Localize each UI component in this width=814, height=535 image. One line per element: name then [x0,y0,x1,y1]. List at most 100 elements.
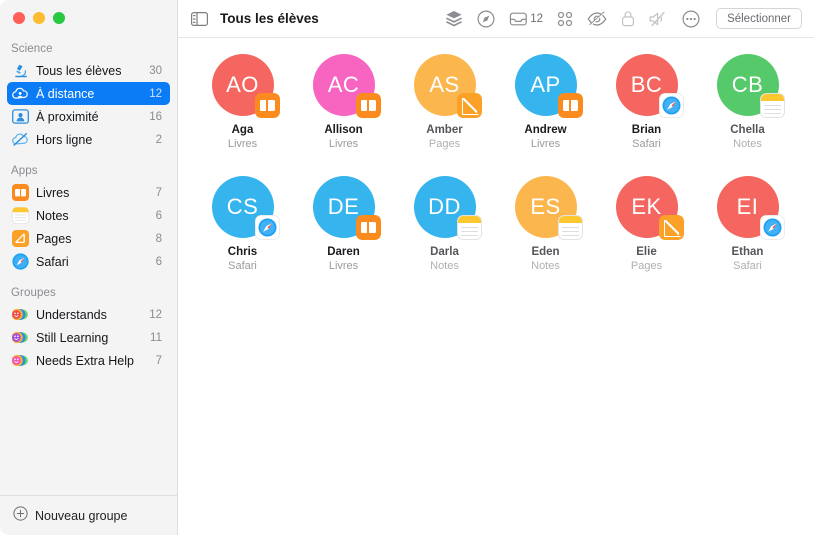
notes-badge-icon [456,215,482,240]
sidebar-item-label: Understands [36,307,107,322]
sidebar-scroll-area[interactable]: Science Tous les élèves 30 À distance 12 À pr… [0,38,177,495]
student-card[interactable]: DD Darla Notes [394,176,495,272]
sidebar-item-label: Pages [36,231,72,246]
sidebar-item-proximit[interactable]: À proximité 16 [7,105,170,128]
group-purple-icon [12,329,29,346]
student-card[interactable]: AC Allison Livres [293,54,394,150]
hide-screen-icon[interactable] [587,8,607,30]
sidebar-section-spacer [0,151,177,160]
student-name: Andrew [524,124,567,136]
student-app-label: Livres [328,138,359,150]
student-card[interactable]: BC Brian Safari [596,54,697,150]
avatar-wrapper: CS [211,176,280,240]
student-name: Chella [730,124,765,136]
plus-circle-icon [13,505,28,526]
student-card[interactable]: AS Amber Pages [394,54,495,150]
books-badge-icon [355,93,381,118]
student-app-label: Notes [430,260,459,272]
avatar-wrapper: AO [211,54,280,118]
safari-badge-icon [254,215,280,240]
student-app-label: Livres [227,138,258,150]
sidebar-item-label: Livres [36,185,70,200]
sidebar-toggle-icon[interactable] [189,9,209,29]
group-red-icon [12,306,29,323]
avatar-wrapper: EK [615,176,684,240]
sidebar-item-label: Notes [36,208,69,223]
student-name: Elie [636,246,657,258]
sidebar-item-safari[interactable]: Safari 6 [7,250,170,273]
sidebar-item-understands[interactable]: Understands 12 [7,303,170,326]
avatar-wrapper: AP [514,54,583,118]
student-card[interactable]: AP Andrew Livres [495,54,596,150]
sidebar-item-distance[interactable]: À distance 12 [7,82,170,105]
sidebar-item-notes[interactable]: Notes 6 [7,204,170,227]
layers-icon[interactable] [445,8,463,30]
sidebar-item-count: 7 [155,186,162,199]
pages-badge-icon [456,93,482,118]
main-panel: Tous les élèves 12 Sélectionner AO Aga L… [178,0,814,535]
sidebar: Science Tous les élèves 30 À distance 12 À pr… [0,0,178,535]
student-name: Allison [324,124,363,136]
student-card[interactable]: EI Ethan Safari [697,176,798,272]
select-button[interactable]: Sélectionner [716,8,802,29]
sidebar-item-label: Tous les élèves [36,63,122,78]
student-app-label: Pages [630,260,663,272]
sidebar-item-livres[interactable]: Livres 7 [7,181,170,204]
student-card[interactable]: CS Chris Safari [192,176,293,272]
avatar-wrapper: CB [716,54,785,118]
student-card[interactable]: EK Elie Pages [596,176,697,272]
page-title: Tous les élèves [220,11,319,26]
navigate-icon[interactable] [477,8,495,30]
avatar-wrapper: DE [312,176,381,240]
student-card[interactable]: DE Daren Livres [293,176,394,272]
sidebar-item-pages[interactable]: Pages 8 [7,227,170,250]
student-name: Chris [227,246,258,258]
student-name: Amber [426,124,463,136]
notes-badge-icon [557,215,583,240]
student-name: Darla [430,246,459,258]
sidebar-item-hors-ligne[interactable]: Hors ligne 2 [7,128,170,151]
safari-badge-icon [759,215,785,240]
student-card[interactable]: ES Eden Notes [495,176,596,272]
maximize-window-button[interactable] [53,12,65,24]
grid-view-icon[interactable] [557,8,573,30]
avatar-wrapper: AC [312,54,381,118]
student-card[interactable]: AO Aga Livres [192,54,293,150]
student-card[interactable]: CB Chella Notes [697,54,798,150]
sidebar-item-needs-extra-help[interactable]: Needs Extra Help 7 [7,349,170,372]
toolbar-actions: 12 [445,8,700,30]
sidebar-item-tous-les-l-ves[interactable]: Tous les élèves 30 [7,59,170,82]
pages-badge-icon [658,215,684,240]
books-badge-icon [254,93,280,118]
student-name: Brian [631,124,662,136]
sidebar-item-count: 2 [155,133,162,146]
avatar-wrapper: BC [615,54,684,118]
inbox-icon[interactable]: 12 [509,8,543,30]
mute-icon[interactable] [649,8,668,30]
minimize-window-button[interactable] [33,12,45,24]
lock-icon[interactable] [621,8,635,30]
books-badge-icon [557,93,583,118]
sidebar-item-count: 6 [155,255,162,268]
student-app-label: Pages [428,138,461,150]
avatar-wrapper: EI [716,176,785,240]
sidebar-item-count: 6 [155,209,162,222]
student-app-label: Safari [632,138,661,150]
student-name: Daren [327,246,360,258]
student-app-label: Safari [228,260,257,272]
new-group-button[interactable]: Nouveau groupe [0,495,177,535]
books-app-icon [12,184,29,201]
books-badge-icon [355,215,381,240]
sidebar-item-count: 7 [155,354,162,367]
close-window-button[interactable] [13,12,25,24]
new-group-label: Nouveau groupe [35,508,128,523]
sidebar-item-still-learning[interactable]: Still Learning 11 [7,326,170,349]
student-app-label: Livres [530,138,561,150]
avatar-wrapper: DD [413,176,482,240]
sidebar-item-label: Safari [36,254,69,269]
more-icon[interactable] [682,8,700,30]
cloud-person-icon [12,85,29,102]
sidebar-item-count: 8 [155,232,162,245]
group-pink-icon [12,352,29,369]
app-window: Science Tous les élèves 30 À distance 12 À pr… [0,0,814,535]
